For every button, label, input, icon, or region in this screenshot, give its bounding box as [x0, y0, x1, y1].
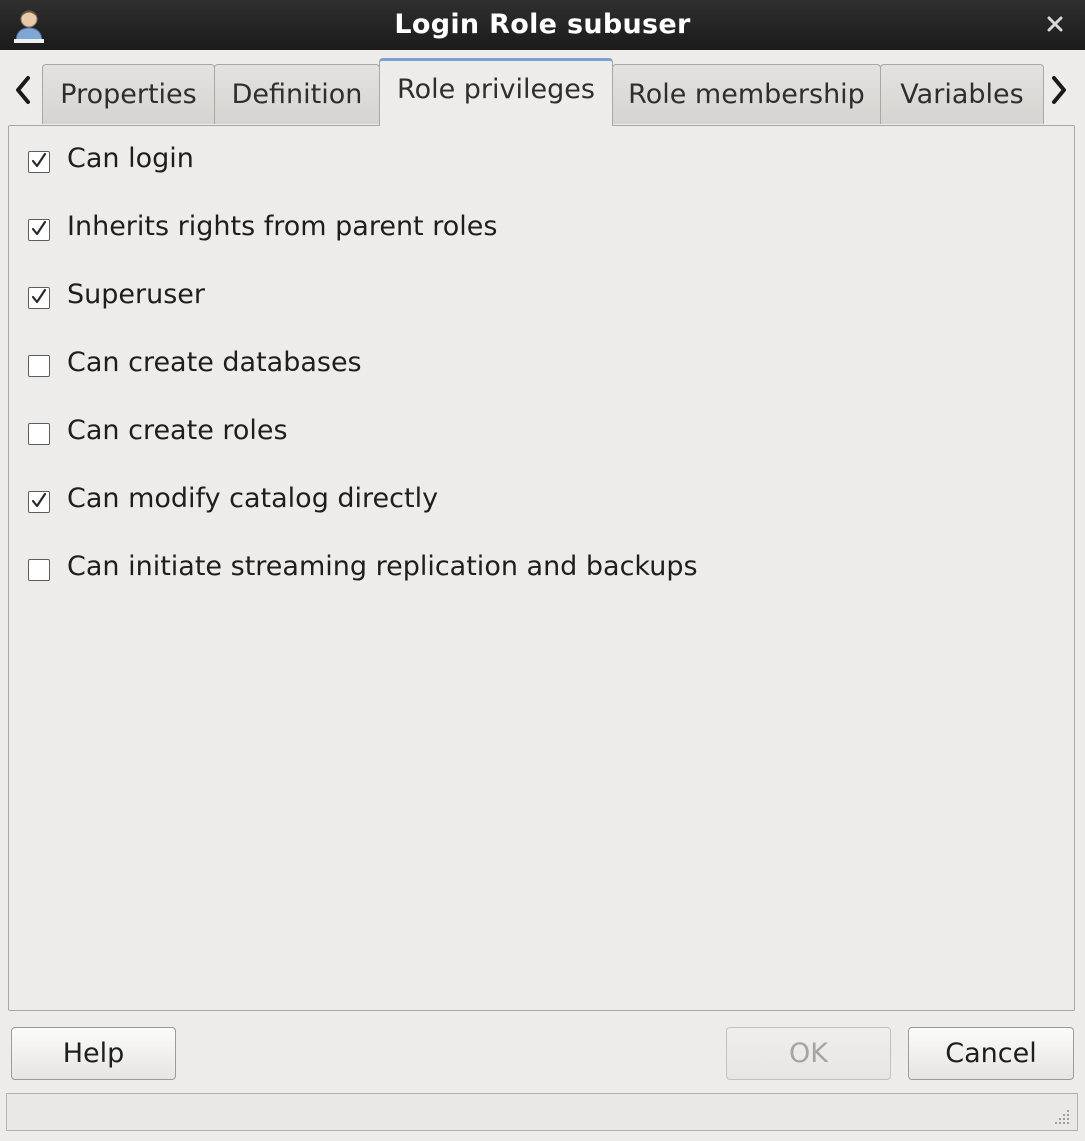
checkbox[interactable] — [28, 287, 50, 309]
tab-label: Variables — [900, 79, 1024, 110]
chevron-left-icon[interactable] — [10, 70, 36, 110]
checkbox-label: Can create databases — [67, 347, 362, 378]
checkbox-label: Can create roles — [67, 415, 288, 446]
checkbox[interactable] — [28, 491, 50, 513]
tab-label: Properties — [60, 79, 197, 110]
checkmark-icon — [31, 152, 47, 168]
chevron-right-icon[interactable] — [1046, 70, 1072, 110]
window-title: Login Role subuser — [394, 9, 691, 40]
checkbox[interactable] — [28, 559, 50, 581]
checkbox[interactable] — [28, 355, 50, 377]
tab-variables[interactable]: Variables — [880, 64, 1044, 124]
tab-role-membership[interactable]: Role membership — [612, 64, 881, 124]
tab-definition[interactable]: Definition — [214, 64, 380, 124]
close-icon[interactable] — [1043, 12, 1067, 36]
tab-label: Definition — [231, 79, 363, 110]
title-bar[interactable]: Login Role subuser — [0, 0, 1085, 51]
cancel-button[interactable]: Cancel — [908, 1027, 1074, 1080]
checkbox-label: Can login — [67, 143, 194, 174]
resize-grip-icon[interactable] — [1051, 1106, 1071, 1126]
checkmark-icon — [31, 288, 47, 304]
checkmark-icon — [31, 492, 47, 508]
tab-strip: Properties Definition Role privileges Ro… — [0, 50, 1085, 126]
role-privileges-panel: Can login Inherits rights from parent ro… — [8, 125, 1075, 1011]
status-bar — [6, 1093, 1078, 1131]
checkbox-label: Can modify catalog directly — [67, 483, 439, 514]
checkbox[interactable] — [28, 423, 50, 445]
ok-button[interactable]: OK — [726, 1027, 891, 1080]
checkbox[interactable] — [28, 151, 50, 173]
checkmark-icon — [31, 220, 47, 236]
tab-label: Role privileges — [397, 74, 595, 105]
tab-label: Role membership — [628, 79, 865, 110]
tab-role-privileges[interactable]: Role privileges — [379, 58, 613, 126]
role-dialog-window: Login Role subuser Properties Definition… — [0, 0, 1085, 1141]
checkbox-label: Inherits rights from parent roles — [67, 211, 498, 242]
help-button[interactable]: Help — [11, 1027, 176, 1080]
tab-properties[interactable]: Properties — [42, 64, 215, 124]
checkbox-label: Superuser — [67, 279, 205, 310]
checkbox-label: Can initiate streaming replication and b… — [67, 551, 698, 582]
checkbox[interactable] — [28, 219, 50, 241]
